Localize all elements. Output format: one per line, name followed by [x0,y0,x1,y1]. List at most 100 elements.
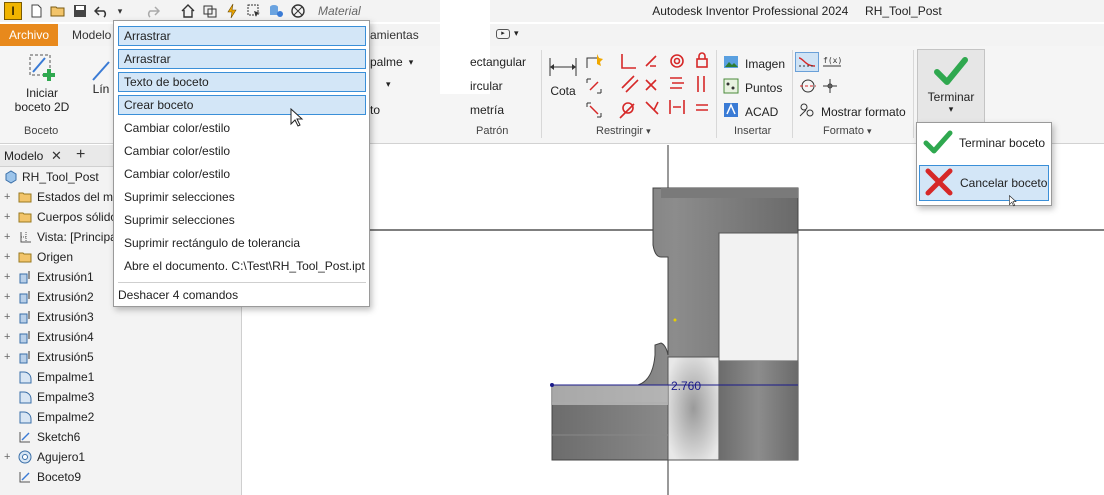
show-constraints-icon[interactable] [585,101,603,122]
cancel-sketch-menu-item[interactable]: Cancelar boceto [919,165,1049,201]
ribbon-toggle-icon[interactable]: ▸ [496,29,510,39]
mirror-button[interactable]: metría [470,103,504,117]
line-button[interactable]: Lín [88,52,114,96]
tree-item-label: Extrusión1 [37,270,94,284]
inventor-logo[interactable]: I [4,2,22,20]
show-format-button[interactable]: Mostrar formato [799,102,906,121]
menu-item-undo-3[interactable]: Texto de boceto [118,72,366,92]
expand-icon[interactable]: + [4,247,14,267]
driven-dimension-icon[interactable]: f(x) [822,53,842,72]
redo-icon[interactable] [144,3,160,19]
fillet-dropdown-icon[interactable]: ▾ [409,57,414,68]
dimension-value[interactable]: 2.760 [671,379,701,393]
centerline-icon[interactable] [799,78,817,97]
points-button[interactable]: Puntos [723,78,782,97]
start-2d-sketch-button[interactable]: Iniciar boceto 2D [10,52,74,114]
finish-dropdown-icon[interactable]: ▾ [918,104,984,114]
tree-item-fillet3[interactable]: Empalme3 [0,387,242,407]
sketch-icon [18,470,32,484]
tree-item-fillet1[interactable]: Empalme1 [0,367,242,387]
menu-item-undo-1[interactable]: Arrastrar [118,26,366,46]
svg-text:f(x): f(x) [823,56,842,65]
menu-item-undo-9[interactable]: Suprimir selecciones [118,210,366,230]
center-point-icon[interactable] [822,78,838,97]
menu-item-undo-7[interactable]: Cambiar color/estilo [118,164,366,184]
tree-item-sketch6[interactable]: Sketch6 [0,427,242,447]
menu-item-undo-8[interactable]: Suprimir selecciones [118,187,366,207]
expand-icon[interactable]: + [4,187,14,207]
constraint-settings-icon[interactable] [585,77,603,98]
expand-icon[interactable]: + [4,267,14,287]
folder-icon [18,210,32,224]
tab-herramientas[interactable]: ramientas [366,24,419,46]
expand-icon[interactable]: + [4,327,14,347]
tree-item-extrusion5[interactable]: + Extrusión5 [0,347,242,367]
panel-label-restringir[interactable]: Restringir ▾ [596,125,651,137]
fillet-icon [18,370,32,384]
text-label: to [370,103,381,117]
tab-modelo[interactable]: Modelo [72,24,111,46]
expand-icon[interactable]: + [4,447,14,467]
tree-item-sketch9[interactable]: Boceto9 [0,467,242,487]
hole-icon [18,450,32,464]
menu-item-undo-6[interactable]: Cambiar color/estilo [118,141,366,161]
fillet-icon [18,410,32,424]
text-button[interactable]: to [370,103,380,117]
image-button[interactable]: Imagen [723,54,785,73]
home-icon[interactable] [180,3,196,19]
close-icon[interactable]: ✕ [51,148,62,164]
projects-icon[interactable] [202,3,218,19]
acad-button[interactable]: ACAD [723,102,778,121]
crear-row-2[interactable]: ▾ [370,79,391,90]
tree-item-label: Empalme2 [37,410,95,424]
tree-item-extrusion3[interactable]: + Extrusión3 [0,307,242,327]
expand-icon[interactable]: + [4,347,14,367]
document-name: RH_Tool_Post [865,4,942,18]
undo-dropdown-icon[interactable]: ▾ [116,3,124,19]
tree-item-fillet2[interactable]: Empalme2 [0,407,242,427]
finish-dropdown-menu: Terminar boceto Cancelar boceto [916,122,1052,207]
browser-tab-label[interactable]: Modelo [4,149,43,163]
auto-dimension-icon[interactable] [585,52,603,73]
menu-item-undo-11[interactable]: Abre el documento. C:\Test\RH_Tool_Post.… [118,256,366,276]
finish-sketch-button[interactable]: Terminar ▾ [917,49,985,123]
ribbon-toggle-arrow[interactable]: ▾ [514,28,519,39]
ribbon-tabs-right: ▸ ▾ [490,24,1104,46]
rectangular-pattern-button[interactable]: ectangular [470,55,526,69]
panel-label-formato[interactable]: Formato ▾ [823,125,872,137]
menu-item-undo-5[interactable]: Cambiar color/estilo [118,118,366,138]
mirror-label: metría [470,103,505,117]
expand-icon[interactable]: + [4,207,14,227]
fillet-button[interactable]: palme ▾ [370,55,413,69]
new-icon[interactable] [28,3,44,19]
add-tab-icon[interactable]: + [76,146,85,164]
tree-item-label: Estados del m [37,190,114,204]
open-icon[interactable] [50,3,66,19]
menu-item-undo-4[interactable]: Crear boceto [118,95,366,115]
menu-item-undo-2[interactable]: Arrastrar [118,49,366,69]
save-icon[interactable] [72,3,88,19]
start-sketch-label-2: boceto 2D [14,100,70,114]
material-selector[interactable]: Material [318,4,361,18]
dimension-endpoint [550,383,554,387]
show-format-label: Mostrar formato [821,104,906,119]
dimension-button[interactable]: Cota [546,54,580,98]
update-icon[interactable] [224,3,240,19]
tree-item-extrusion4[interactable]: + Extrusión4 [0,327,242,347]
select-icon[interactable] [246,3,262,19]
appearance-icon[interactable] [290,3,306,19]
separator [541,50,542,138]
expand-icon[interactable]: + [4,307,14,327]
expand-icon[interactable]: + [4,227,14,247]
tab-archivo[interactable]: Archivo [0,24,58,46]
tree-item-label: Extrusión2 [37,290,94,304]
database-icon[interactable] [268,3,284,19]
finish-sketch-menu-item[interactable]: Terminar boceto [919,125,1049,161]
crear-row-2-dropdown-icon[interactable]: ▾ [386,79,391,90]
circular-pattern-button[interactable]: ircular [470,79,503,93]
undo-icon[interactable] [94,3,110,19]
tree-item-hole1[interactable]: + Agujero1 [0,447,242,467]
construction-icon[interactable] [795,52,819,72]
expand-icon[interactable]: + [4,287,14,307]
menu-item-undo-10[interactable]: Suprimir rectángulo de tolerancia [118,233,366,253]
